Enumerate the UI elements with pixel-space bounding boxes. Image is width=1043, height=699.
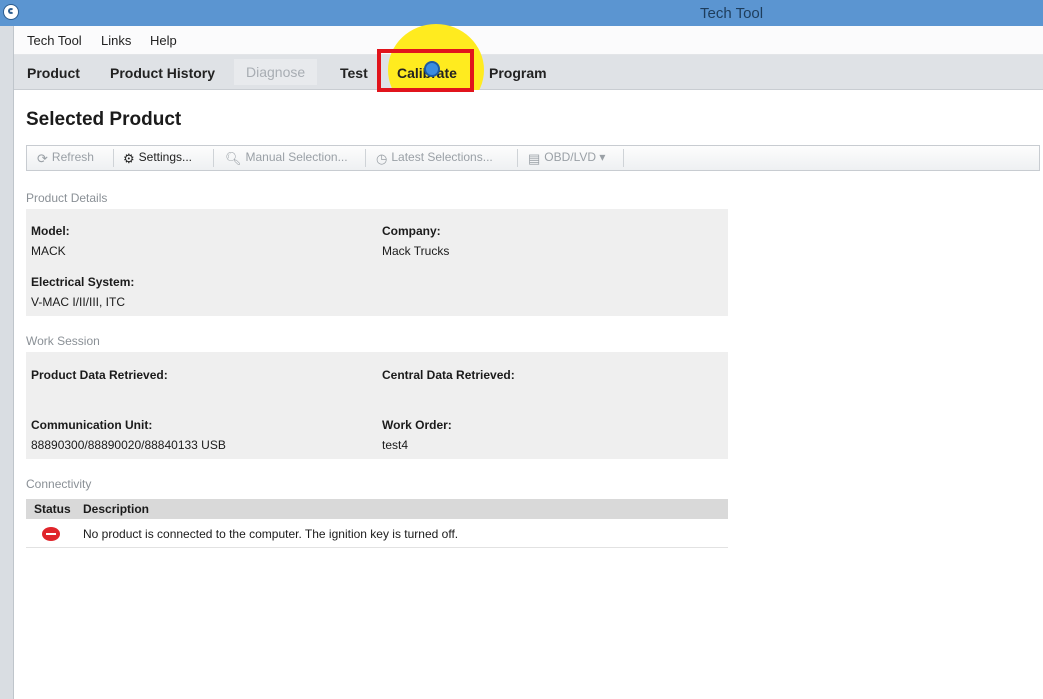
settings-button[interactable]: ⚙ Settings... bbox=[123, 150, 192, 167]
page-title: Selected Product bbox=[26, 109, 182, 130]
search-icon: 🔍︎ bbox=[225, 151, 242, 166]
settings-label: Settings... bbox=[138, 150, 193, 164]
table-row[interactable]: No product is connected to the computer.… bbox=[26, 521, 728, 548]
clock-icon: ◷ bbox=[376, 151, 388, 166]
connectivity-table-header: Status Description bbox=[26, 499, 728, 519]
column-status: Status bbox=[34, 502, 71, 516]
section-work-session: Work Session bbox=[26, 334, 100, 348]
section-connectivity: Connectivity bbox=[26, 477, 92, 491]
mouse-cursor-icon bbox=[424, 61, 440, 77]
gear-icon: ⚙ bbox=[123, 151, 135, 166]
tab-diagnose: Diagnose bbox=[234, 59, 318, 85]
toolbar-separator bbox=[623, 149, 624, 167]
company-label: Company: bbox=[382, 224, 441, 238]
product-details-panel: Model: MACK Company: Mack Trucks Electri… bbox=[26, 209, 728, 316]
tab-product-history[interactable]: Product History bbox=[110, 65, 215, 81]
manual-selection-button[interactable]: 🔍︎ Manual Selection... bbox=[225, 150, 348, 167]
electrical-system-label: Electrical System: bbox=[31, 275, 135, 289]
model-label: Model: bbox=[31, 224, 70, 238]
refresh-icon: ⟳ bbox=[37, 151, 48, 166]
work-session-panel: Product Data Retrieved: Central Data Ret… bbox=[26, 352, 728, 459]
title-bar: Tech Tool bbox=[0, 0, 1043, 26]
menu-tech-tool[interactable]: Tech Tool bbox=[27, 33, 82, 48]
column-description: Description bbox=[83, 502, 150, 516]
menu-links[interactable]: Links bbox=[101, 33, 131, 48]
tab-program[interactable]: Program bbox=[489, 65, 547, 81]
app-logo-icon[interactable] bbox=[3, 4, 19, 20]
toolbar: ⟳ Refresh ⚙ Settings... 🔍︎ Manual Selection… bbox=[26, 145, 1040, 171]
toolbar-separator bbox=[113, 149, 114, 167]
toolbar-separator bbox=[517, 149, 518, 167]
model-value: MACK bbox=[31, 244, 66, 258]
central-data-retrieved-label: Central Data Retrieved: bbox=[382, 368, 515, 382]
work-order-label: Work Order: bbox=[382, 418, 452, 432]
communication-unit-label: Communication Unit: bbox=[31, 418, 153, 432]
error-status-icon bbox=[42, 527, 60, 541]
toolbar-separator bbox=[213, 149, 214, 167]
refresh-label: Refresh bbox=[51, 150, 94, 164]
obd-lvd-dropdown[interactable]: ▤ OBD/LVD ▾ bbox=[528, 150, 605, 167]
toolbar-separator bbox=[365, 149, 366, 167]
window-title: Tech Tool bbox=[700, 5, 764, 22]
electrical-system-value: V-MAC I/II/III, ITC bbox=[31, 295, 126, 309]
menu-help[interactable]: Help bbox=[150, 33, 177, 48]
left-window-border bbox=[0, 26, 14, 699]
communication-unit-value: 88890300/88890020/88840133 USB bbox=[31, 438, 226, 452]
latest-selections-button[interactable]: ◷ Latest Selections... bbox=[376, 150, 493, 167]
menu-bar: Tech Tool Links Help bbox=[14, 26, 1043, 55]
company-value: Mack Trucks bbox=[382, 244, 450, 258]
tab-test[interactable]: Test bbox=[340, 65, 368, 81]
tab-product[interactable]: Product bbox=[27, 65, 80, 81]
connectivity-description: No product is connected to the computer.… bbox=[83, 527, 459, 541]
manual-selection-label: Manual Selection... bbox=[245, 150, 348, 164]
section-product-details: Product Details bbox=[26, 191, 108, 205]
document-icon: ▤ bbox=[528, 151, 541, 166]
latest-selections-label: Latest Selections... bbox=[391, 150, 493, 164]
work-order-value: test4 bbox=[382, 438, 409, 452]
product-data-retrieved-label: Product Data Retrieved: bbox=[31, 368, 168, 382]
obd-lvd-label: OBD/LVD ▾ bbox=[544, 150, 606, 164]
refresh-button[interactable]: ⟳ Refresh bbox=[37, 150, 94, 167]
